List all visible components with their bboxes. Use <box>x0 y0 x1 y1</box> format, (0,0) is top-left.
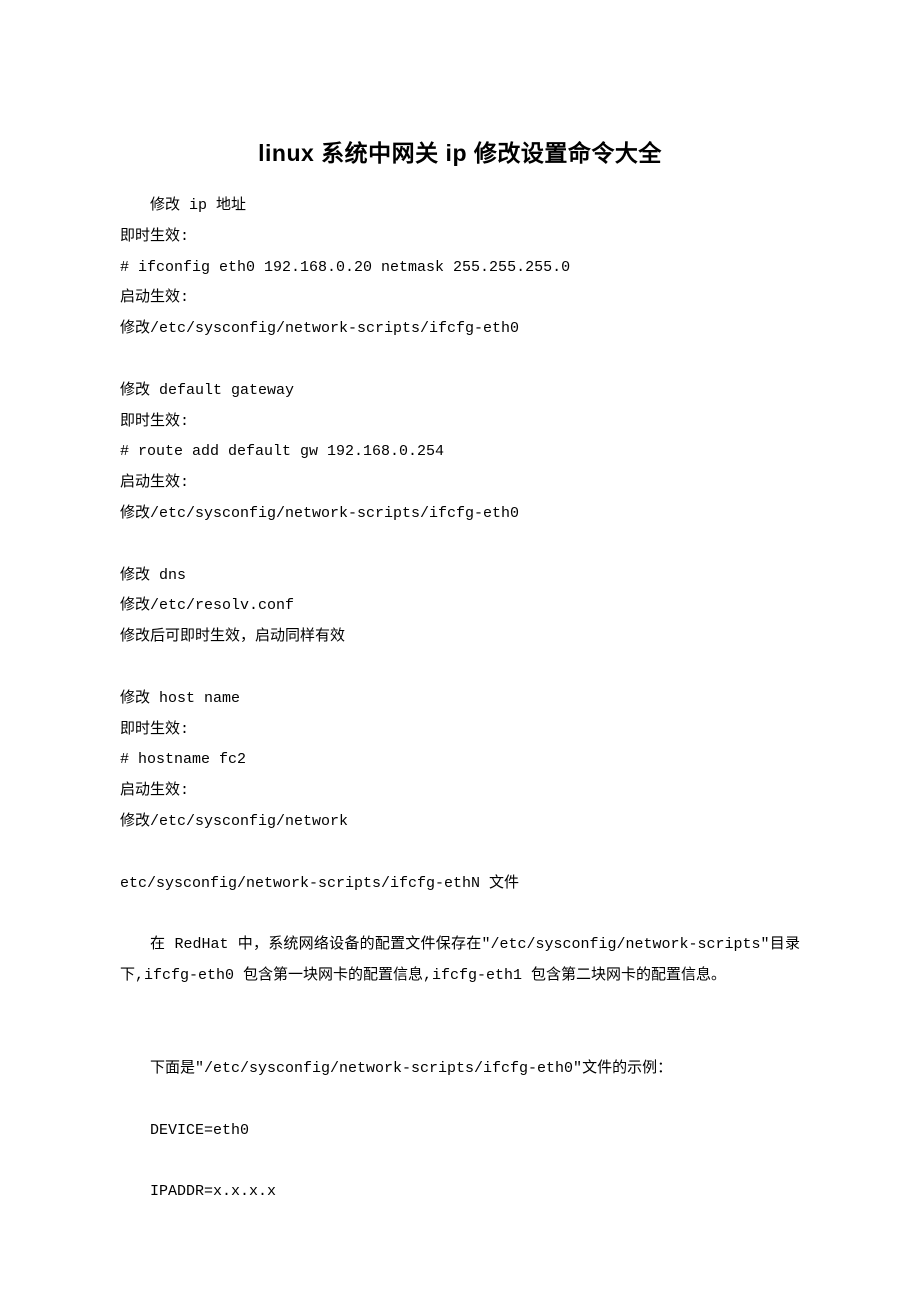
blank-line <box>120 345 800 376</box>
page-title: linux 系统中网关 ip 修改设置命令大全 <box>120 130 800 177</box>
paragraph: 在 RedHat 中，系统网络设备的配置文件保存在"/etc/sysconfig… <box>120 930 800 992</box>
path-line: 修改/etc/sysconfig/network <box>120 807 800 838</box>
text-line: 即时生效: <box>120 222 800 253</box>
document-page: linux 系统中网关 ip 修改设置命令大全 修改 ip 地址 即时生效: #… <box>0 0 920 1302</box>
text-line: 启动生效: <box>120 776 800 807</box>
command-line: # route add default gw 192.168.0.254 <box>120 437 800 468</box>
path-line: 修改/etc/resolv.conf <box>120 591 800 622</box>
section-heading: 修改 host name <box>120 684 800 715</box>
path-line: etc/sysconfig/network-scripts/ifcfg-ethN… <box>120 869 800 900</box>
blank-line <box>120 1146 800 1177</box>
blank-line <box>120 1023 800 1054</box>
blank-line <box>120 653 800 684</box>
blank-line <box>120 530 800 561</box>
blank-line <box>120 1085 800 1116</box>
section-heading: 修改 default gateway <box>120 376 800 407</box>
blank-line <box>120 899 800 930</box>
blank-line <box>120 992 800 1023</box>
section-heading: 修改 dns <box>120 561 800 592</box>
section-heading: 修改 ip 地址 <box>120 191 800 222</box>
text-line: 即时生效: <box>120 715 800 746</box>
command-line: # ifconfig eth0 192.168.0.20 netmask 255… <box>120 253 800 284</box>
text-line: 修改后可即时生效，启动同样有效 <box>120 622 800 653</box>
paragraph: 下面是"/etc/sysconfig/network-scripts/ifcfg… <box>120 1054 800 1085</box>
path-line: 修改/etc/sysconfig/network-scripts/ifcfg-e… <box>120 499 800 530</box>
text-line: 即时生效: <box>120 407 800 438</box>
command-line: # hostname fc2 <box>120 745 800 776</box>
text-line: 启动生效: <box>120 468 800 499</box>
blank-line <box>120 838 800 869</box>
path-line: 修改/etc/sysconfig/network-scripts/ifcfg-e… <box>120 314 800 345</box>
text-line: 启动生效: <box>120 283 800 314</box>
config-line: DEVICE=eth0 <box>120 1116 800 1147</box>
config-line: IPADDR=x.x.x.x <box>120 1177 800 1208</box>
